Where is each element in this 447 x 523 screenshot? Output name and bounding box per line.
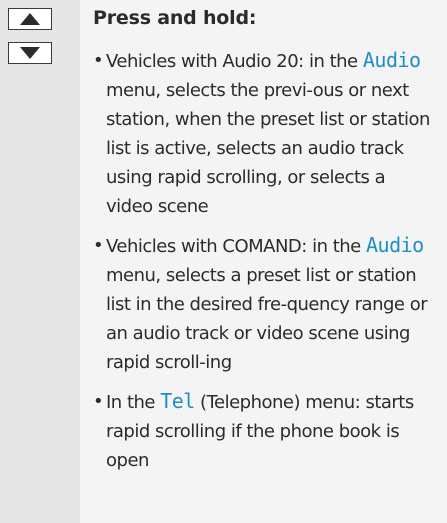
section-heading: Press and hold: [93, 7, 257, 29]
list-item: In the Tel (Telephone) menu: starts rapi… [93, 387, 435, 475]
list-item: Vehicles with COMAND: in the Audio menu,… [93, 231, 435, 377]
triangle-up-icon [20, 13, 40, 25]
menu-name-audio: Audio [365, 233, 424, 257]
key-column [0, 0, 80, 523]
bullet-list: Vehicles with Audio 20: in the Audio men… [93, 46, 435, 475]
description-column: Press and hold: Vehicles with Audio 20: … [80, 0, 447, 523]
item-text-lead: Vehicles with Audio 20: in the [106, 51, 358, 72]
up-arrow-key [8, 8, 52, 30]
down-arrow-key [8, 42, 52, 64]
menu-name-audio: Audio [362, 48, 421, 72]
list-item: Vehicles with Audio 20: in the Audio men… [93, 46, 435, 221]
item-text-lead: In the [106, 392, 161, 413]
triangle-down-icon [20, 47, 40, 59]
menu-name-tel: Tel [160, 389, 195, 413]
item-text-lead: Vehicles with COMAND: in the [106, 236, 361, 257]
item-text-rest: menu, selects the previ-ous or next stat… [106, 80, 430, 217]
page: Press and hold: Vehicles with Audio 20: … [0, 0, 447, 523]
item-text-rest: menu, selects a preset list or station l… [106, 265, 428, 373]
